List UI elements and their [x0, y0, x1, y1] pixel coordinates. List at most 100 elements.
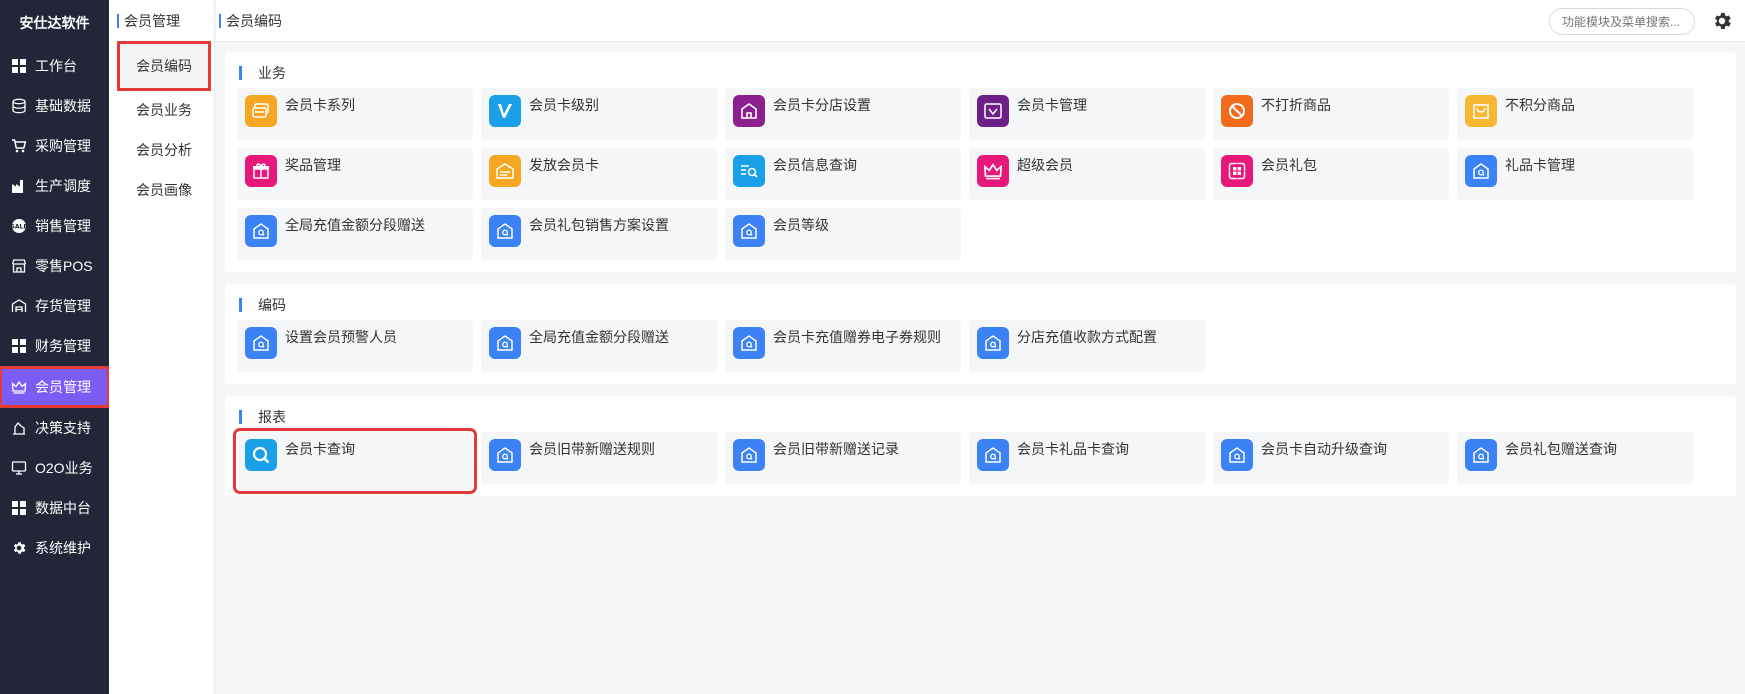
tile-label: 不积分商品 — [1505, 97, 1575, 113]
function-tile[interactable]: 奖品管理 — [237, 148, 473, 200]
tile-label: 礼品卡管理 — [1505, 157, 1575, 173]
sidebar-item-9[interactable]: 决策支持 — [0, 408, 109, 448]
house-q-icon — [245, 215, 277, 247]
section-title: 编码 — [239, 296, 1724, 314]
breadcrumb: 会员编码 — [216, 11, 282, 31]
tile-label: 会员等级 — [773, 217, 829, 233]
function-tile[interactable]: 会员礼包赠送查询 — [1457, 432, 1693, 484]
function-tile[interactable]: 全局充值金额分段赠送 — [237, 208, 473, 260]
database-icon — [10, 97, 28, 115]
svg-text:SALE: SALE — [11, 224, 27, 231]
tile-label: 会员礼包 — [1261, 157, 1317, 173]
function-tile[interactable]: 会员卡级别 — [481, 88, 717, 140]
sidebar-item-0[interactable]: 工作台 — [0, 46, 109, 86]
grid-icon — [10, 337, 28, 355]
forbidden-icon — [1221, 95, 1253, 127]
section-title: 业务 — [239, 64, 1724, 82]
tile-label: 会员卡管理 — [1017, 97, 1087, 113]
sidebar-item-label: 存货管理 — [35, 298, 91, 314]
monitor-icon — [10, 459, 28, 477]
tile-label: 奖品管理 — [285, 157, 341, 173]
function-tile[interactable]: 会员礼包 — [1213, 148, 1449, 200]
function-tile[interactable]: 全局充值金额分段赠送 — [481, 320, 717, 372]
sidebar-item-3[interactable]: 生产调度 — [0, 166, 109, 206]
sale-badge-icon: SALE — [10, 217, 28, 235]
tile-label: 全局充值金额分段赠送 — [529, 329, 669, 345]
gear-icon — [10, 539, 28, 557]
function-tile[interactable]: 会员等级 — [725, 208, 961, 260]
sidebar-item-6[interactable]: 存货管理 — [0, 286, 109, 326]
function-tile[interactable]: 发放会员卡 — [481, 148, 717, 200]
function-tile[interactable]: 分店充值收款方式配置 — [969, 320, 1205, 372]
submenu-item-1[interactable]: 会员业务 — [109, 90, 214, 130]
function-tile[interactable]: 礼品卡管理 — [1457, 148, 1693, 200]
function-tile[interactable]: 会员信息查询 — [725, 148, 961, 200]
sidebar-item-11[interactable]: 数据中台 — [0, 488, 109, 528]
sidebar-item-2[interactable]: 采购管理 — [0, 126, 109, 166]
menu-search-input[interactable] — [1549, 8, 1695, 35]
tile-label: 会员卡查询 — [285, 441, 355, 457]
function-tile[interactable]: 会员卡充值赠券电子券规则 — [725, 320, 961, 372]
function-tile[interactable]: 超级会员 — [969, 148, 1205, 200]
sidebar-item-4[interactable]: SALE 销售管理 — [0, 206, 109, 246]
crown-icon — [10, 378, 28, 396]
section-panel: 编码设置会员预警人员 全局充值金额分段赠送 会员卡充值赠券电子券规则 分店充值收款方式… — [225, 284, 1736, 384]
submenu-item-0[interactable]: 会员编码 — [117, 41, 211, 91]
function-tile[interactable]: 会员卡自动升级查询 — [1213, 432, 1449, 484]
cart-icon — [10, 137, 28, 155]
function-tile[interactable]: 会员卡管理 — [969, 88, 1205, 140]
crown-icon — [977, 155, 1009, 187]
function-tile[interactable]: 会员礼包销售方案设置 — [481, 208, 717, 260]
house-q-icon — [733, 327, 765, 359]
tile-label: 会员卡级别 — [529, 97, 599, 113]
factory-icon — [10, 177, 28, 195]
tile-label: 分店充值收款方式配置 — [1017, 329, 1157, 345]
v-letter-icon — [489, 95, 521, 127]
sidebar-item-1[interactable]: 基础数据 — [0, 86, 109, 126]
submenu-item-2[interactable]: 会员分析 — [109, 130, 214, 170]
function-tile[interactable]: 会员卡分店设置 — [725, 88, 961, 140]
function-tile[interactable]: 不打折商品 — [1213, 88, 1449, 140]
tile-label: 会员信息查询 — [773, 157, 857, 173]
submenu-item-3[interactable]: 会员画像 — [109, 170, 214, 210]
tile-grid: 会员卡系列 会员卡级别 会员卡分店设置 会员卡管理 不打折商品 不积分商品奖品管理 发放会员… — [237, 88, 1724, 260]
function-tile[interactable]: 不积分商品 — [1457, 88, 1693, 140]
function-tile[interactable]: 设置会员预警人员 — [237, 320, 473, 372]
tile-label: 会员旧带新赠送记录 — [773, 441, 899, 457]
tile-grid: 会员卡查询 会员旧带新赠送规则 会员旧带新赠送记录 会员卡礼品卡查询 会员卡自动升级查询… — [233, 428, 1724, 494]
gift-icon — [245, 155, 277, 187]
house-q-icon — [489, 327, 521, 359]
function-tile[interactable]: 会员卡礼品卡查询 — [969, 432, 1205, 484]
grid-icon — [10, 57, 28, 75]
card-manage-icon — [977, 95, 1009, 127]
function-tile[interactable]: 会员卡查询 — [233, 428, 477, 494]
brand-logo-text: 安仕达软件 — [19, 15, 90, 31]
sidebar-item-label: O2O业务 — [35, 460, 93, 476]
sidebar-item-8[interactable]: 会员管理 — [0, 366, 110, 408]
sidebar-item-5[interactable]: 零售POS — [0, 246, 109, 286]
sidebar-item-label: 采购管理 — [35, 138, 91, 154]
tile-label: 发放会员卡 — [529, 157, 599, 173]
grid-icon — [10, 499, 28, 517]
sidebar-item-label: 系统维护 — [35, 540, 91, 556]
function-tile[interactable]: 会员旧带新赠送记录 — [725, 432, 961, 484]
sidebar-item-label: 基础数据 — [35, 98, 91, 114]
section-list: 业务会员卡系列 会员卡级别 会员卡分店设置 会员卡管理 不打折商品 不积分商品奖品管理 发放… — [225, 52, 1736, 496]
function-tile[interactable]: 会员卡系列 — [237, 88, 473, 140]
main-content: 业务会员卡系列 会员卡级别 会员卡分店设置 会员卡管理 不打折商品 不积分商品奖品管理 发放… — [216, 42, 1745, 694]
house-q-icon — [977, 439, 1009, 471]
settings-gear-icon[interactable] — [1711, 10, 1733, 32]
submenu-title: 会员管理 — [109, 0, 214, 42]
warehouse-icon — [10, 297, 28, 315]
search-list-icon — [733, 155, 765, 187]
sidebar-item-12[interactable]: 系统维护 — [0, 528, 109, 568]
issue-card-icon — [489, 155, 521, 187]
tile-label: 设置会员预警人员 — [285, 329, 397, 345]
search-icon — [245, 439, 277, 471]
sidebar-item-10[interactable]: O2O业务 — [0, 448, 109, 488]
house-q-icon — [489, 215, 521, 247]
tile-label: 全局充值金额分段赠送 — [285, 217, 425, 233]
sidebar-item-7[interactable]: 财务管理 — [0, 326, 109, 366]
section-panel: 业务会员卡系列 会员卡级别 会员卡分店设置 会员卡管理 不打折商品 不积分商品奖品管理 发放… — [225, 52, 1736, 272]
function-tile[interactable]: 会员旧带新赠送规则 — [481, 432, 717, 484]
